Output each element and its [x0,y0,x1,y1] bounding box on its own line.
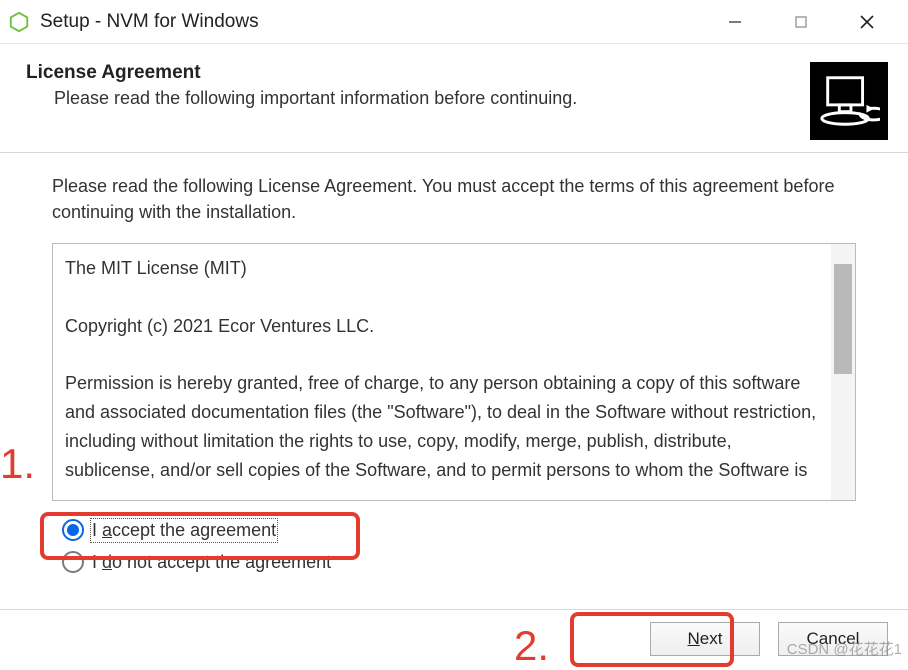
page-subtitle: Please read the following important info… [54,88,802,109]
radio-icon [62,519,84,541]
window-controls [702,2,900,42]
maximize-button[interactable] [768,2,834,42]
next-button[interactable]: Next [650,622,760,656]
reject-radio[interactable]: I do not accept the agreement [62,551,856,573]
scrollbar-thumb[interactable] [834,264,852,374]
cancel-button[interactable]: Cancel [778,622,888,656]
installer-icon [810,62,888,140]
license-text: The MIT License (MIT) Copyright (c) 2021… [65,254,825,484]
minimize-button[interactable] [702,2,768,42]
reject-radio-label: I do not accept the agreement [92,552,331,573]
accept-radio[interactable]: I accept the agreement [62,519,856,541]
wizard-footer: Next Cancel [0,609,908,667]
window-title: Setup - NVM for Windows [40,11,702,33]
titlebar: Setup - NVM for Windows [0,0,908,44]
scrollbar[interactable] [831,244,855,500]
wizard-header: License Agreement Please read the follow… [0,44,908,152]
close-button[interactable] [834,2,900,42]
radio-icon [62,551,84,573]
content-area: Please read the following License Agreem… [0,153,908,573]
instruction-text: Please read the following License Agreem… [52,173,856,225]
license-textbox[interactable]: The MIT License (MIT) Copyright (c) 2021… [52,243,856,501]
accept-radio-group: I accept the agreement I do not accept t… [62,519,856,573]
accept-radio-label: I accept the agreement [92,520,276,541]
app-icon [8,11,30,33]
page-title: License Agreement [26,62,802,84]
